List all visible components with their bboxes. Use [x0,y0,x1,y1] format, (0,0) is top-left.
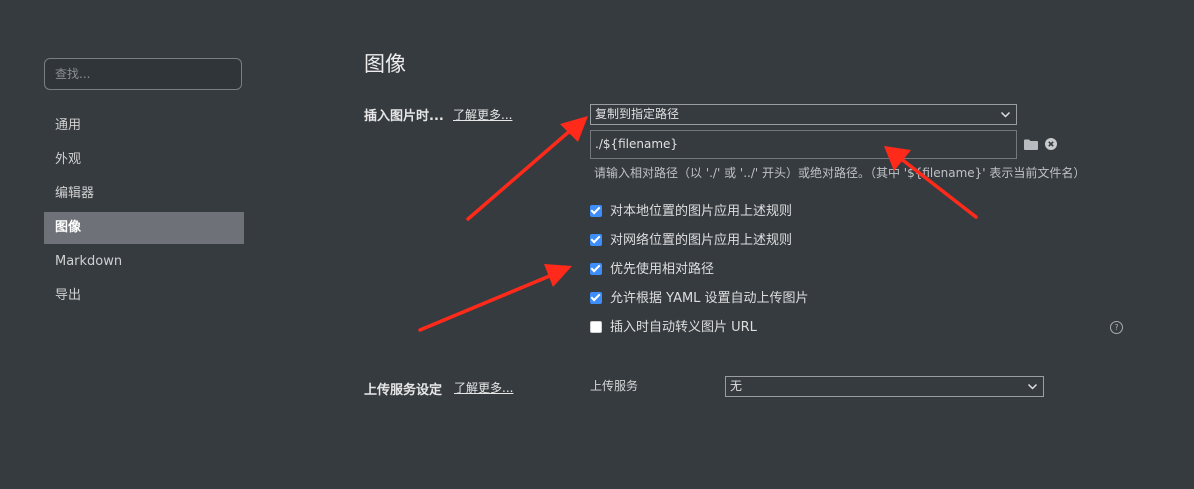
sidebar-item-markdown[interactable]: Markdown [44,246,244,278]
option-label: 允许根据 YAML 设置自动上传图片 [610,291,809,306]
page-title: 图像 [364,52,406,76]
checkbox[interactable] [590,292,602,304]
image-path-input[interactable]: ./${filename} [590,130,1017,159]
insert-image-action-value: 复制到指定路径 [595,107,680,121]
help-icon[interactable]: ? [1110,321,1123,334]
upload-service-select[interactable]: 无 [725,376,1044,397]
option-escape-url[interactable]: 插入时自动转义图片 URL [590,319,757,337]
checkbox[interactable] [590,234,602,246]
search-input[interactable]: 查找... [44,58,242,90]
checkbox[interactable] [590,263,602,275]
sidebar-item-export[interactable]: 导出 [44,280,244,312]
checkbox[interactable] [590,205,602,217]
option-apply-local[interactable]: 对本地位置的图片应用上述规则 [590,203,792,221]
insert-image-label: 插入图片时... [364,109,444,124]
clear-icon[interactable] [1045,138,1057,154]
sidebar-item-appearance[interactable]: 外观 [44,144,244,176]
checkbox[interactable] [590,321,602,333]
chevron-down-icon [1000,105,1011,130]
sidebar-item-editor[interactable]: 编辑器 [44,178,244,210]
upload-settings-label: 上传服务设定 [364,383,443,398]
option-prefer-relative[interactable]: 优先使用相对路径 [590,261,714,279]
option-label: 插入时自动转义图片 URL [610,320,757,335]
upload-learn-more-link[interactable]: 了解更多... [454,379,513,396]
option-label: 优先使用相对路径 [610,262,715,277]
annotation-arrow [418,264,572,332]
annotation-arrow [466,116,588,221]
chevron-down-icon [1027,377,1038,402]
upload-service-label: 上传服务 [590,379,639,393]
insert-image-learn-more-link[interactable]: 了解更多... [453,106,512,123]
sidebar-nav: 通用 外观 编辑器 图像 Markdown 导出 [44,110,244,314]
option-apply-network[interactable]: 对网络位置的图片应用上述规则 [590,232,792,250]
upload-service-value: 无 [730,379,743,393]
option-label: 对本地位置的图片应用上述规则 [610,204,793,219]
option-yaml-upload[interactable]: 允许根据 YAML 设置自动上传图片 [590,290,809,308]
sidebar-item-image[interactable]: 图像 [44,212,244,244]
folder-icon[interactable] [1024,139,1038,154]
insert-image-action-select[interactable]: 复制到指定路径 [590,104,1017,125]
path-hint-text: 请输入相对路径（以 './' 或 '../' 开头）或绝对路径。（其中 '${f… [594,166,1086,180]
option-label: 对网络位置的图片应用上述规则 [610,233,793,248]
sidebar-item-general[interactable]: 通用 [44,110,244,142]
